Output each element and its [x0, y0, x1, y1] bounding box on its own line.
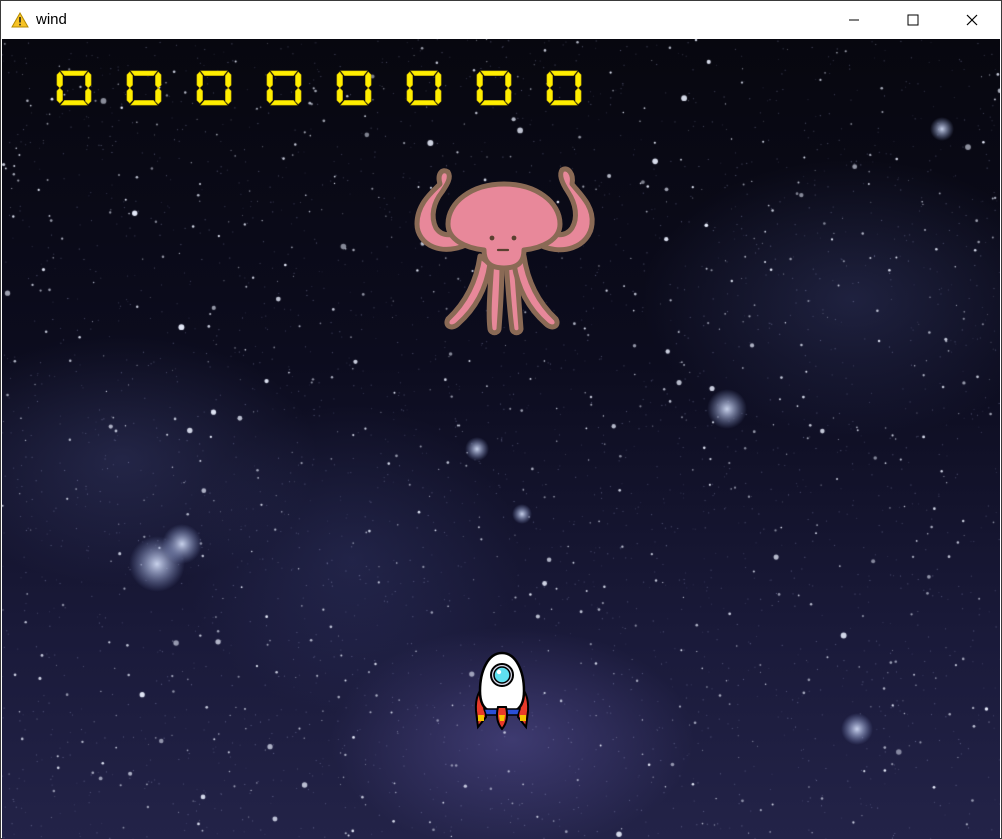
close-button[interactable] [942, 1, 1001, 38]
window-title: wind [36, 11, 67, 28]
minimize-icon [848, 19, 859, 20]
score-digit: 0 [56, 70, 92, 106]
score-digit: 0 [406, 70, 442, 106]
player-rocket [474, 651, 530, 731]
score-display: 00000000 [54, 69, 584, 107]
game-window: wind 00000000 [0, 0, 1002, 839]
close-icon [966, 14, 977, 25]
title-bar[interactable]: wind [1, 1, 1001, 38]
score-digit: 0 [126, 70, 162, 106]
maximize-icon [907, 14, 918, 25]
score-digit: 0 [476, 70, 512, 106]
score-digit: 0 [266, 70, 302, 106]
game-canvas[interactable]: 00000000 [2, 39, 1000, 839]
alien-enemy [414, 166, 595, 336]
minimize-button[interactable] [824, 1, 883, 38]
score-digit: 0 [196, 70, 232, 106]
score-digit: 0 [336, 70, 372, 106]
score-digit: 0 [546, 70, 582, 106]
warning-icon [11, 11, 29, 29]
maximize-button[interactable] [883, 1, 942, 38]
